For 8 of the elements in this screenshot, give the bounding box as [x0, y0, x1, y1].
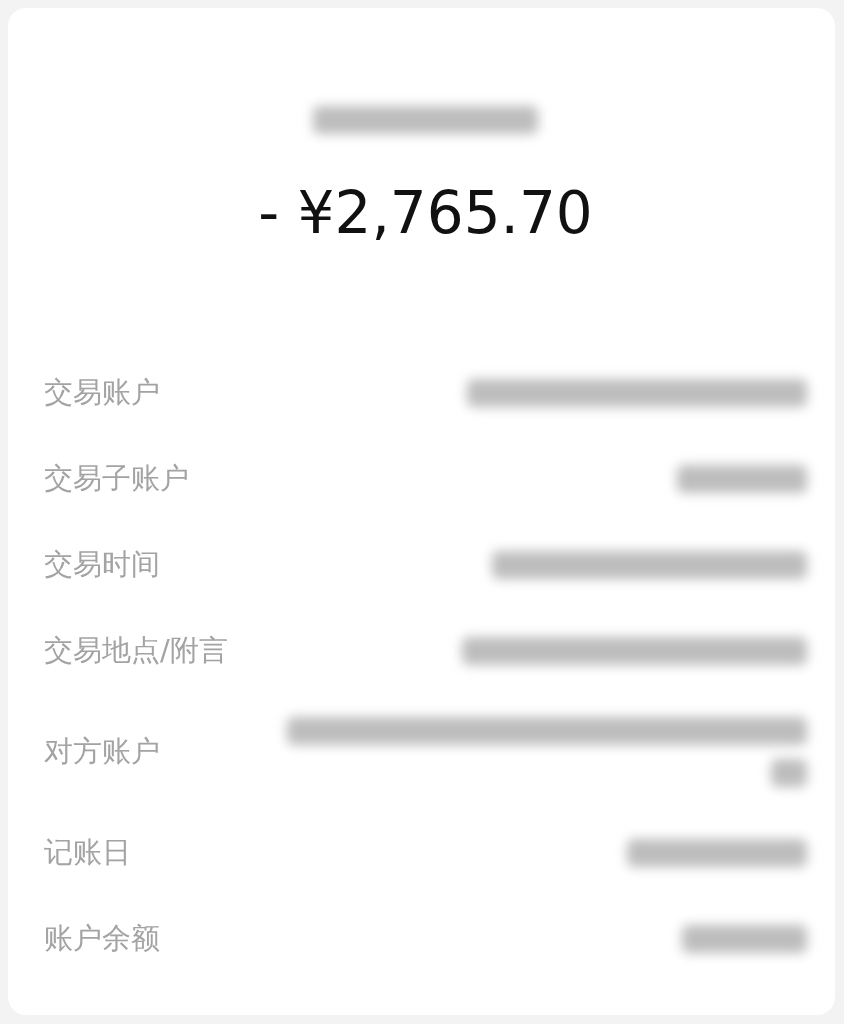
- field-label: 交易账户: [44, 374, 160, 411]
- field-label: 记账日: [44, 834, 131, 871]
- field-label: 交易地点/附言: [44, 632, 228, 669]
- field-label: 账户余额: [44, 920, 160, 957]
- field-label: 交易子账户: [44, 460, 189, 497]
- field-label: 交易时间: [44, 546, 160, 583]
- field-label: 对方账户: [44, 733, 160, 770]
- amount: - ¥2,765.70: [257, 184, 594, 242]
